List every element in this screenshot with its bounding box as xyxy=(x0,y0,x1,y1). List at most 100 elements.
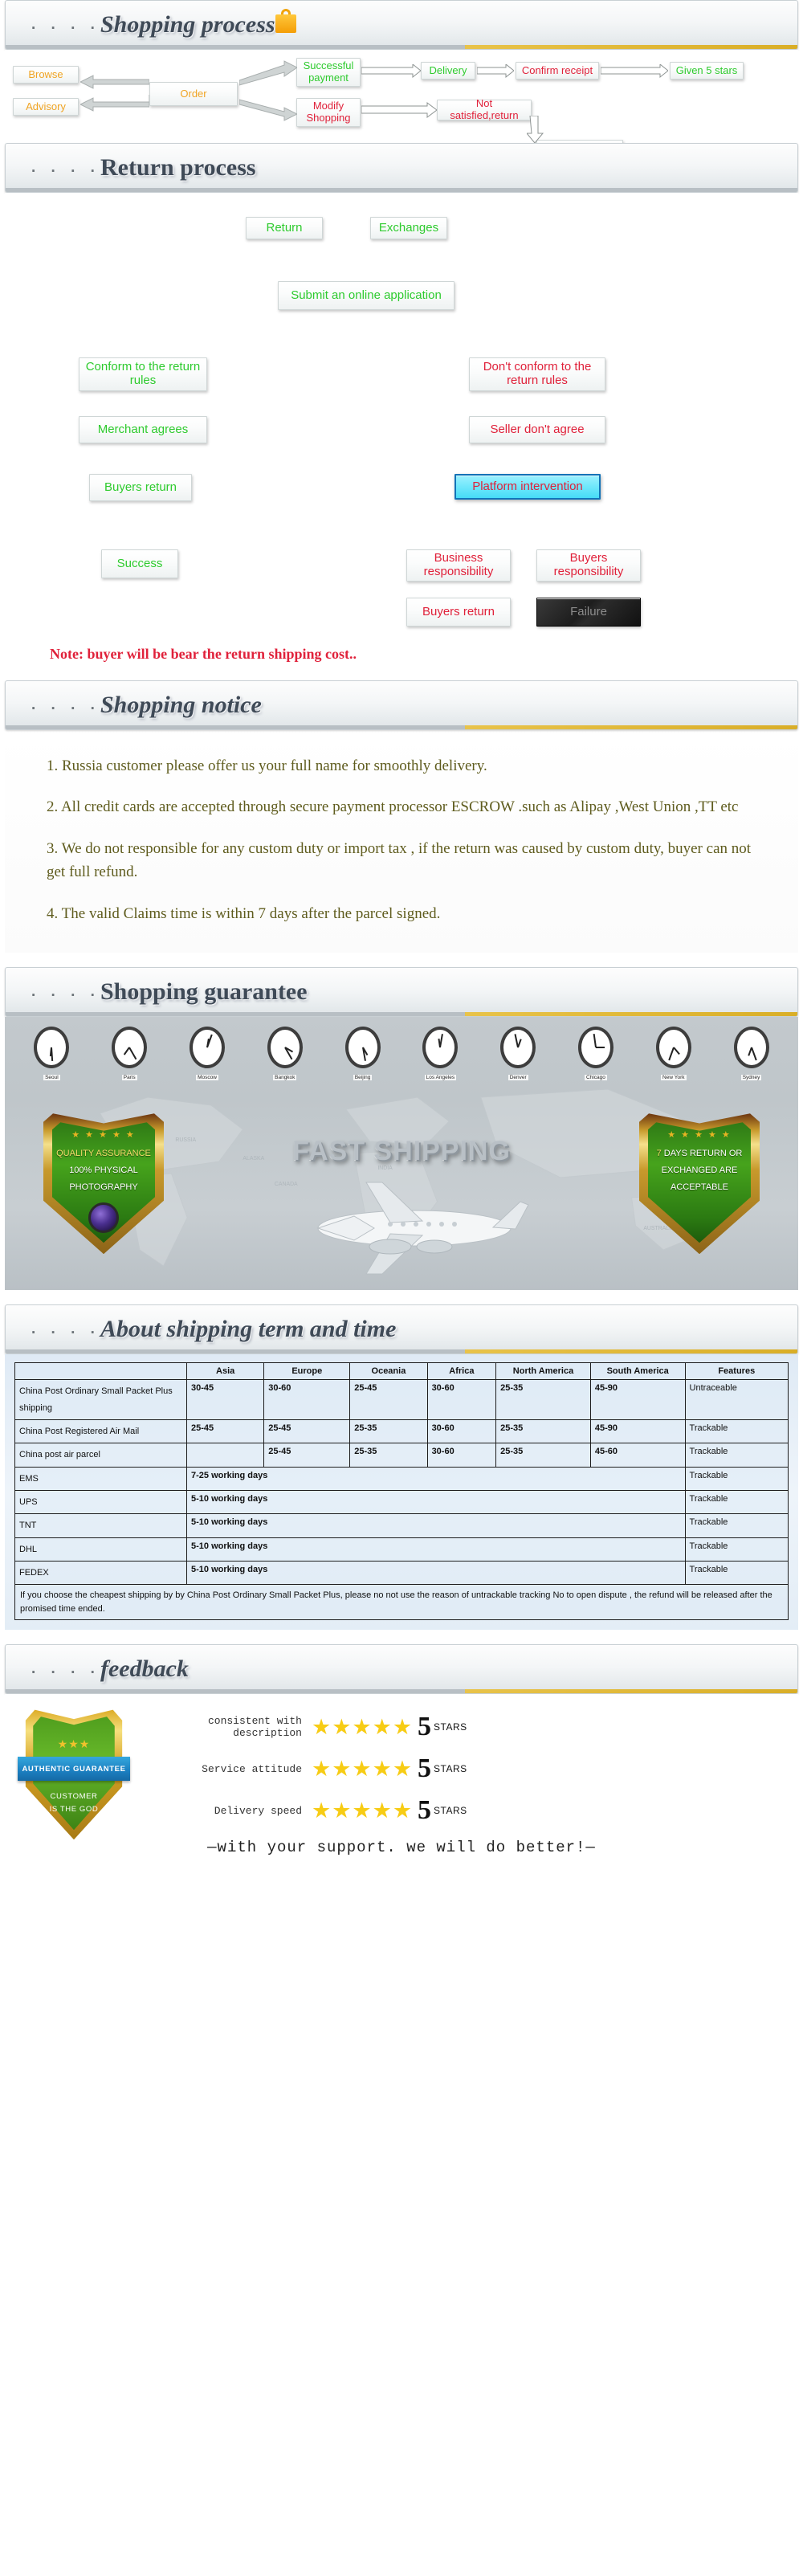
shield-stars: ★ ★ ★ ★ ★ xyxy=(71,1130,136,1141)
world-clock: Denver xyxy=(495,1027,540,1083)
feedback-body: ★★★ AUTHENTIC GUARANTEE CUSTOMER IS THE … xyxy=(5,1694,798,1867)
world-clock: Los Angeles xyxy=(418,1027,463,1083)
flow-box-success[interactable]: Success xyxy=(101,549,178,578)
col-header-oceania: Oceania xyxy=(349,1362,428,1381)
cell-feature: Trackable xyxy=(684,1466,789,1491)
quality-assurance-shield: ★ ★ ★ ★ ★ QUALITY ASSURANCE 100% PHYSICA… xyxy=(43,1113,164,1255)
flow-box-buyers-responsibility[interactable]: Buyers responsibility xyxy=(536,549,641,582)
shield-line-3: PHOTOGRAPHY xyxy=(69,1182,138,1192)
world-clock: New York xyxy=(651,1027,696,1083)
shield-text: QUALITY ASSURANCE 100% PHYSICAL PHOTOGRA… xyxy=(50,1145,157,1196)
svg-text:ALASKA: ALASKA xyxy=(243,1156,264,1161)
flow-box-exchanges[interactable]: Exchanges xyxy=(370,217,447,239)
clock-city-label: Moscow xyxy=(196,1075,218,1081)
col-header-europe: Europe xyxy=(263,1362,351,1381)
flow-box-merchant-agrees[interactable]: Merchant agrees xyxy=(79,416,207,443)
flow-box-order[interactable]: Order xyxy=(149,82,238,106)
cell-feature: Trackable xyxy=(684,1560,789,1586)
header-underline xyxy=(6,1349,797,1354)
cell-transit-time: 5-10 working days xyxy=(186,1537,686,1562)
shipping-table-body: China Post Ordinary Small Packet Plus sh… xyxy=(14,1379,789,1621)
section-shopping-guarantee: . . . . . . Shopping guarantee RUSSIA AL… xyxy=(0,967,803,1291)
clock-face xyxy=(344,1027,381,1069)
clock-city-label: Bangkok xyxy=(273,1075,297,1081)
col-header-features: Features xyxy=(684,1362,789,1381)
clock-face xyxy=(733,1027,769,1069)
flow-box-submit-online-application[interactable]: Submit an online application xyxy=(278,281,454,310)
table-row: FEDEX 5-10 working days Trackable xyxy=(14,1560,789,1586)
shield-line-2: EXCHANGED ARE xyxy=(661,1166,738,1176)
flow-box-browse[interactable]: Browse xyxy=(13,66,79,84)
cell-transit-days: 25-45 xyxy=(185,1419,265,1444)
arrow-modify-to-not-satisfied xyxy=(361,101,437,119)
airplane-graphic xyxy=(316,1182,529,1275)
section-title: Shopping guarantee xyxy=(100,978,308,1006)
cell-transit-days: 45-90 xyxy=(589,1379,686,1420)
star-rating-icon: ★★★★★ xyxy=(312,1714,414,1739)
clock-face xyxy=(422,1027,459,1069)
section-title: feedback xyxy=(100,1655,189,1683)
rating-unit-label: STARS xyxy=(434,1763,467,1775)
flow-box-return[interactable]: Return xyxy=(246,217,323,239)
world-clock: Moscow xyxy=(185,1027,230,1083)
clock-face xyxy=(577,1027,613,1069)
header-underline xyxy=(6,188,797,192)
page-title: Shopping process xyxy=(100,11,275,38)
col-header-asia: Asia xyxy=(185,1362,265,1381)
table-row: TNT 5-10 working days Trackable xyxy=(14,1513,789,1538)
cell-transit-time: 7-25 working days xyxy=(186,1466,686,1491)
flow-box-business-responsibility[interactable]: Business responsibility xyxy=(406,549,511,582)
cell-method-name: UPS xyxy=(14,1489,187,1515)
table-row: DHL 5-10 working days Trackable xyxy=(14,1537,789,1562)
clock-city-label: Los Angeles xyxy=(424,1075,457,1081)
flow-box-not-satisfied-return[interactable]: Not satisfied,return xyxy=(437,98,532,121)
shopping-bag-icon xyxy=(275,9,296,33)
flow-box-conform-rules[interactable]: Conform to the return rules xyxy=(79,357,207,391)
section-title: Return process xyxy=(100,154,256,181)
world-clock: Bangkok xyxy=(263,1027,308,1083)
header-underline xyxy=(6,725,797,729)
cell-feature: Untraceable xyxy=(684,1379,789,1420)
arrow-order-to-modify xyxy=(239,95,297,125)
cell-transit-days: 25-45 xyxy=(263,1443,351,1468)
cell-transit-days xyxy=(185,1443,265,1468)
badge-customer-line-2: IS THE GOD xyxy=(49,1805,99,1815)
flow-box-dont-conform-rules[interactable]: Don't conform to the return rules xyxy=(469,357,605,391)
feedback-rating-row: Service attitude ★★★★★ 5 STARS xyxy=(143,1755,798,1782)
star-rating-icon: ★★★★★ xyxy=(312,1756,414,1781)
arrow-payment-to-delivery xyxy=(361,64,421,79)
rating-number: 5 xyxy=(418,1712,432,1742)
flow-box-buyers-return-right[interactable]: Buyers return xyxy=(406,598,511,627)
flow-box-successful-payment[interactable]: Successful payment xyxy=(296,58,361,87)
shipping-term-header: . . . . . . About shipping term and time xyxy=(5,1304,798,1355)
cell-method-name: EMS xyxy=(14,1466,187,1491)
flow-box-failure[interactable]: Failure xyxy=(536,598,641,627)
return-shipping-note: Note: buyer will be bear the return ship… xyxy=(50,646,357,662)
flow-box-seller-dont-agree[interactable]: Seller don't agree xyxy=(469,416,605,443)
flow-box-modify-shopping[interactable]: Modify Shopping xyxy=(296,98,361,127)
flow-box-buyers-return-left[interactable]: Buyers return xyxy=(89,474,192,501)
cell-feature: Trackable xyxy=(684,1419,789,1444)
flow-box-given-5-stars[interactable]: Given 5 stars xyxy=(670,62,744,80)
flow-box-platform-intervention[interactable]: Platform intervention xyxy=(454,474,601,500)
return-outcome-diagram: Success Business responsibility Buyers r… xyxy=(5,538,798,643)
header-underline xyxy=(6,1689,797,1694)
feedback-rating-row: Delivery speed ★★★★★ 5 STARS xyxy=(143,1797,798,1824)
flow-box-confirm-receipt[interactable]: Confirm receipt xyxy=(516,62,599,80)
rating-label: consistent with description xyxy=(207,1715,302,1740)
cell-method-name: TNT xyxy=(14,1513,187,1538)
shield-line-3: ACCEPTABLE xyxy=(671,1182,728,1192)
world-clock: Sydney xyxy=(729,1027,774,1083)
clock-city-label: Paris xyxy=(121,1075,137,1081)
cell-transit-days: 25-35 xyxy=(349,1419,428,1444)
star-rating-icon: ★★★★★ xyxy=(312,1798,414,1823)
flow-box-delivery[interactable]: Delivery xyxy=(421,62,475,80)
shipping-methods-table: Asia Europe Oceania Africa North America… xyxy=(14,1362,789,1621)
flow-box-advisory[interactable]: Advisory xyxy=(13,98,79,116)
clock-city-label: Beijing xyxy=(353,1075,373,1081)
camera-lens-icon xyxy=(88,1202,119,1234)
rating-number: 5 xyxy=(418,1753,432,1784)
header-underline xyxy=(6,45,797,49)
clock-city-label: Chicago xyxy=(585,1075,607,1081)
shipping-table-container: Asia Europe Oceania Africa North America… xyxy=(5,1354,798,1631)
